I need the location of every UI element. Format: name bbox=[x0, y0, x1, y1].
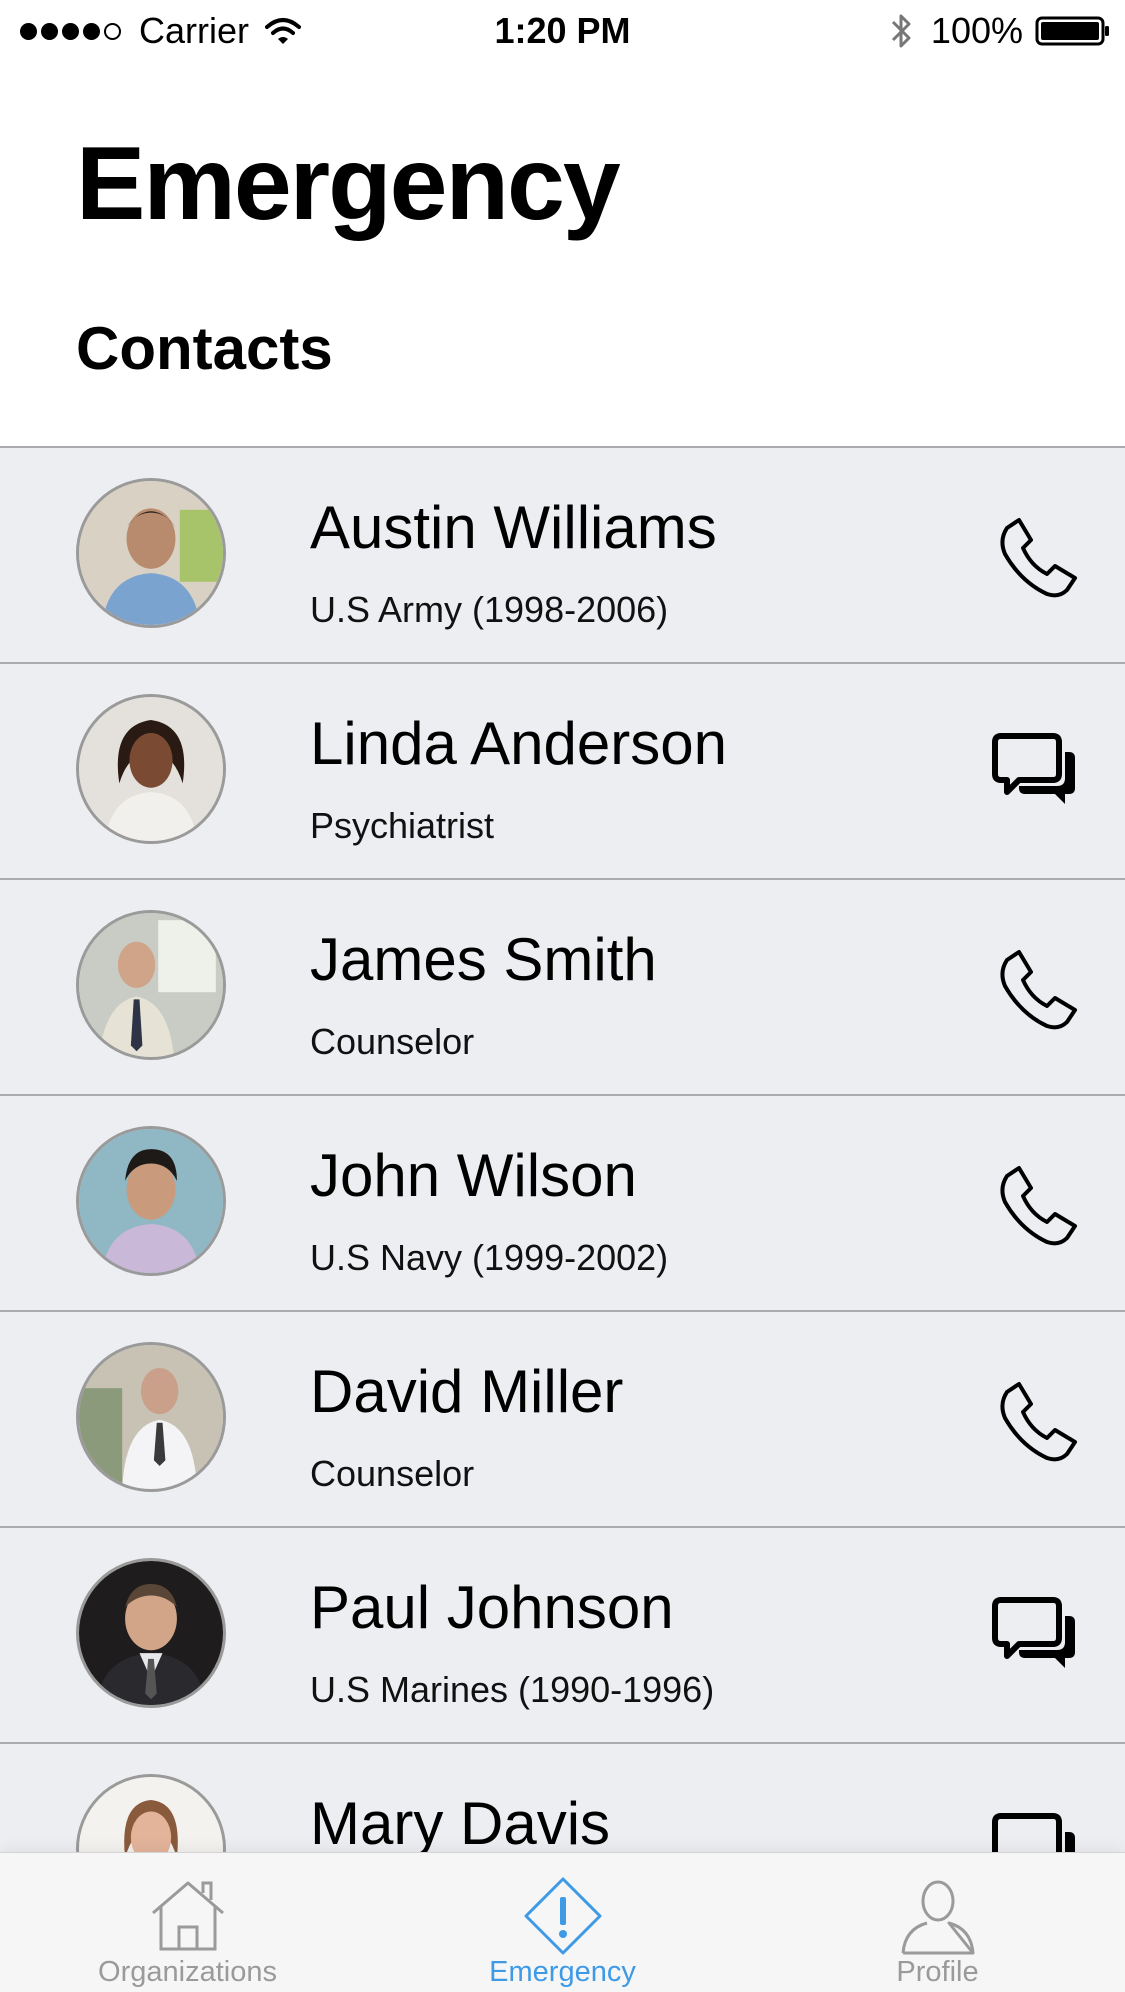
alert-icon bbox=[520, 1873, 606, 1959]
tab-label: Emergency bbox=[489, 1956, 636, 1988]
avatar bbox=[76, 910, 226, 1060]
contact-role: Counselor bbox=[310, 1453, 475, 1494]
contact-list: Austin Williams U.S Army (1998-2006) Lin… bbox=[0, 446, 1125, 1958]
contact-row[interactable]: Austin Williams U.S Army (1998-2006) bbox=[0, 446, 1125, 662]
page-title: Emergency bbox=[76, 126, 621, 242]
contact-name: David Miller bbox=[310, 1358, 624, 1425]
screen: Carrier 1:20 PM 100% Emergency Contacts bbox=[0, 0, 1125, 1992]
avatar bbox=[76, 694, 226, 844]
contact-role: U.S Marines (1990-1996) bbox=[310, 1669, 715, 1710]
tab-bar: Organizations Emergency Profile bbox=[0, 1852, 1125, 1992]
avatar bbox=[76, 1126, 226, 1276]
bluetooth-icon bbox=[891, 14, 911, 48]
contact-name: Linda Anderson bbox=[310, 710, 728, 777]
contact-role: Counselor bbox=[310, 1021, 475, 1062]
chat-icon[interactable] bbox=[985, 724, 1085, 824]
phone-icon[interactable] bbox=[985, 1372, 1085, 1472]
battery-icon bbox=[1035, 16, 1109, 46]
avatar bbox=[76, 1558, 226, 1708]
person-icon bbox=[895, 1873, 981, 1959]
battery-percent: 100% bbox=[930, 10, 1023, 51]
avatar bbox=[76, 1342, 226, 1492]
contact-row[interactable]: James Smith Counselor bbox=[0, 878, 1125, 1094]
status-right: 100% bbox=[889, 10, 1111, 52]
contact-role: Psychiatrist bbox=[310, 805, 495, 846]
tab-profile[interactable]: Profile bbox=[750, 1853, 1125, 1992]
home-icon bbox=[145, 1873, 231, 1959]
contact-role: U.S Navy (1999-2002) bbox=[310, 1237, 669, 1278]
contact-name: Mary Davis bbox=[310, 1790, 611, 1857]
tab-label: Profile bbox=[896, 1956, 979, 1988]
contact-row[interactable]: John Wilson U.S Navy (1999-2002) bbox=[0, 1094, 1125, 1310]
tab-organizations[interactable]: Organizations bbox=[0, 1853, 375, 1992]
avatar bbox=[76, 478, 226, 628]
contact-name: John Wilson bbox=[310, 1142, 637, 1209]
phone-icon[interactable] bbox=[985, 508, 1085, 608]
phone-icon[interactable] bbox=[985, 940, 1085, 1040]
section-title: Contacts bbox=[76, 315, 333, 382]
contact-name: James Smith bbox=[310, 926, 657, 993]
tab-label: Organizations bbox=[98, 1956, 277, 1988]
phone-icon[interactable] bbox=[985, 1156, 1085, 1256]
contact-row[interactable]: Linda Anderson Psychiatrist bbox=[0, 662, 1125, 878]
status-bar: Carrier 1:20 PM 100% bbox=[0, 0, 1125, 62]
contact-name: Austin Williams bbox=[310, 494, 717, 561]
contact-role: U.S Army (1998-2006) bbox=[310, 589, 669, 630]
contact-name: Paul Johnson bbox=[310, 1574, 674, 1641]
contact-row[interactable]: David Miller Counselor bbox=[0, 1310, 1125, 1526]
chat-icon[interactable] bbox=[985, 1588, 1085, 1688]
tab-emergency[interactable]: Emergency bbox=[375, 1853, 750, 1992]
contact-row[interactable]: Paul Johnson U.S Marines (1990-1996) bbox=[0, 1526, 1125, 1742]
